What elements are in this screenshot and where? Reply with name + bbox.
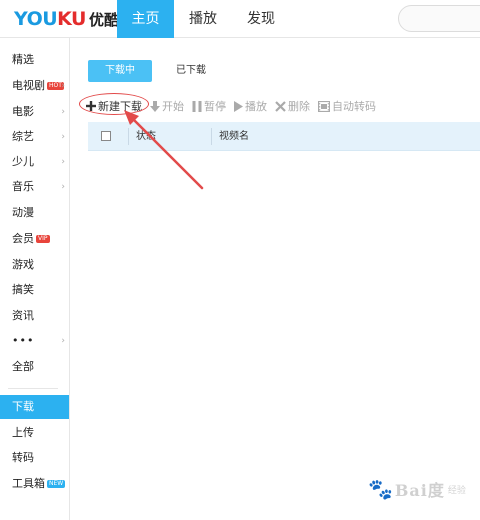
watermark-brand: Bai度 [394, 481, 445, 500]
sidebar-item-kids[interactable]: 少儿 › [0, 150, 69, 174]
paw-icon: 🐾 [368, 477, 393, 501]
sidebar-item-toolbox[interactable]: 工具箱 NEW [0, 472, 69, 496]
logo-latin: YOUKU [14, 8, 86, 30]
play-button[interactable]: 播放 [234, 96, 267, 116]
sidebar-item-label: 综艺 [12, 130, 34, 143]
sidebar-divider [8, 388, 58, 389]
sidebar-item-featured[interactable]: 精选 [0, 48, 69, 72]
vip-badge: VIP [36, 235, 50, 243]
close-icon [275, 100, 286, 112]
sidebar-item-tv[interactable]: 电视剧 HOT › [0, 74, 69, 98]
watermark-sub: 经验 [447, 485, 466, 496]
sidebar-item-label: 资讯 [12, 309, 34, 322]
play-label: 播放 [245, 100, 267, 113]
sidebar-item-download[interactable]: 下载 [0, 395, 69, 419]
auto-transcode-button[interactable]: 自动转码 [318, 96, 376, 116]
sidebar-item-label: 工具箱 [12, 477, 45, 490]
download-panel: 下载中 已下载 新建下载 开始 暂停 播放 删除 自动转码 状态 视频名 [71, 38, 480, 520]
chevron-right-icon: › [61, 107, 65, 117]
sidebar-item-label: 电视剧 [12, 79, 45, 92]
column-separator [211, 128, 212, 145]
tab-downloading[interactable]: 下载中 [88, 60, 152, 82]
pause-icon [192, 100, 202, 112]
search-input[interactable] [398, 5, 480, 32]
delete-button[interactable]: 删除 [275, 96, 310, 116]
sidebar-item-news[interactable]: 资讯 [0, 304, 69, 328]
column-separator [128, 128, 129, 145]
sidebar-item-funny[interactable]: 搞笑 [0, 278, 69, 302]
sidebar-item-variety[interactable]: 综艺 › [0, 125, 69, 149]
sidebar-item-games[interactable]: 游戏 [0, 253, 69, 277]
sidebar-item-upload[interactable]: 上传 [0, 421, 69, 445]
sidebar-item-label: 少儿 [12, 155, 34, 168]
more-dots-icon: ••• [12, 334, 35, 347]
sidebar-item-all[interactable]: 全部 [0, 355, 69, 379]
delete-label: 删除 [288, 100, 310, 113]
arrow-down-icon [150, 100, 160, 112]
pause-label: 暂停 [204, 100, 226, 113]
tab-downloaded[interactable]: 已下载 [167, 60, 215, 82]
sidebar-item-label: 转码 [12, 451, 34, 464]
sidebar-item-vip[interactable]: 会员 VIP [0, 227, 69, 251]
sidebar-item-anime[interactable]: 动漫 [0, 201, 69, 225]
chevron-right-icon: › [61, 336, 65, 346]
new-badge: NEW [47, 480, 66, 488]
play-icon [234, 100, 243, 112]
sidebar-item-movies[interactable]: 电影 › [0, 100, 69, 124]
pause-button[interactable]: 暂停 [192, 96, 226, 116]
tab-play[interactable]: 播放 [178, 0, 228, 38]
start-label: 开始 [162, 100, 184, 113]
chevron-right-icon: › [61, 182, 65, 192]
download-table-header: 状态 视频名 [88, 122, 480, 151]
select-all-checkbox[interactable] [101, 131, 111, 141]
auto-transcode-label: 自动转码 [332, 100, 376, 113]
chevron-right-icon: › [61, 81, 65, 91]
top-bar: YOUKU 优酷 主页 播放 发现 [0, 0, 480, 38]
youku-logo[interactable]: YOUKU 优酷 [14, 7, 119, 31]
sidebar-item-label: 电影 [12, 105, 34, 118]
sidebar-item-label: 全部 [12, 360, 34, 373]
start-button[interactable]: 开始 [150, 96, 184, 116]
sidebar-item-label: 下载 [12, 400, 34, 413]
sidebar-item-label: 精选 [12, 53, 34, 66]
column-header-video-name[interactable]: 视频名 [219, 122, 249, 151]
sidebar-item-label: 搞笑 [12, 283, 34, 296]
sidebar-item-label: 游戏 [12, 258, 34, 271]
sidebar-item-more[interactable]: ••• › [0, 329, 69, 353]
sidebar: 精选 电视剧 HOT › 电影 › 综艺 › 少儿 › 音乐 › 动漫 会员 VIP 游戏 搞… [0, 38, 70, 520]
sidebar-item-music[interactable]: 音乐 › [0, 175, 69, 199]
sidebar-item-transcode[interactable]: 转码 [0, 446, 69, 470]
film-icon [318, 100, 330, 112]
annotation-ellipse [79, 93, 149, 115]
sidebar-item-label: 音乐 [12, 180, 34, 193]
sidebar-item-label: 上传 [12, 426, 34, 439]
column-header-status[interactable]: 状态 [136, 122, 156, 151]
baidu-watermark: 🐾 Bai度 经验 [368, 474, 466, 504]
tab-discover[interactable]: 发现 [236, 0, 286, 38]
sidebar-item-label: 动漫 [12, 206, 34, 219]
chevron-right-icon: › [61, 157, 65, 167]
sidebar-item-label: 会员 [12, 232, 34, 245]
chevron-right-icon: › [61, 132, 65, 142]
logo-chinese: 优酷 [89, 10, 120, 29]
tab-home[interactable]: 主页 [117, 0, 174, 38]
